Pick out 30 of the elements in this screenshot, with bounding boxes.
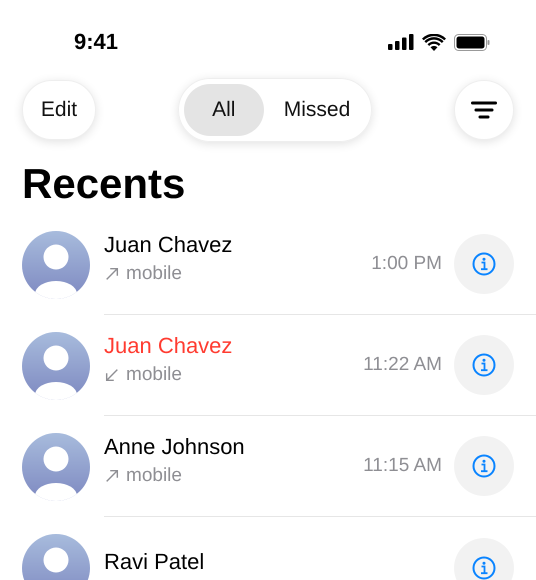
outgoing-arrow-icon [104,468,120,484]
call-time: 11:15 AM [363,455,442,477]
battery-icon [454,34,490,50]
wifi-icon [422,34,446,50]
avatar-icon [22,332,90,400]
signal-icon [388,34,414,50]
call-type: mobile [126,464,182,487]
edit-button[interactable]: Edit [22,80,96,140]
info-button[interactable] [454,538,514,580]
avatar-icon [22,230,90,298]
call-time: 11:22 AM [363,354,442,376]
info-icon [472,353,496,377]
avatar-icon [22,432,90,500]
filter-lines-icon [471,101,497,119]
page-title: Recents [22,160,186,208]
filter-tab[interactable]: Missed [268,84,366,136]
contact-name: Anne Johnson [104,435,246,460]
contact-name: Juan Chavez [104,334,234,359]
info-icon [472,454,496,478]
contact-name: Ravi Patel [104,550,206,575]
incoming-arrow-icon [104,366,120,383]
call-time: 1:00 PM [371,253,442,275]
outgoing-arrow-icon [104,266,120,282]
info-icon [472,556,496,580]
call-type: mobile [126,262,182,285]
status-time: 9:41 [74,29,118,55]
filter-tab[interactable]: All [184,84,264,136]
call-type: mobile [126,364,182,386]
info-icon [472,252,496,276]
contact-name: Juan Chavez [104,233,234,258]
